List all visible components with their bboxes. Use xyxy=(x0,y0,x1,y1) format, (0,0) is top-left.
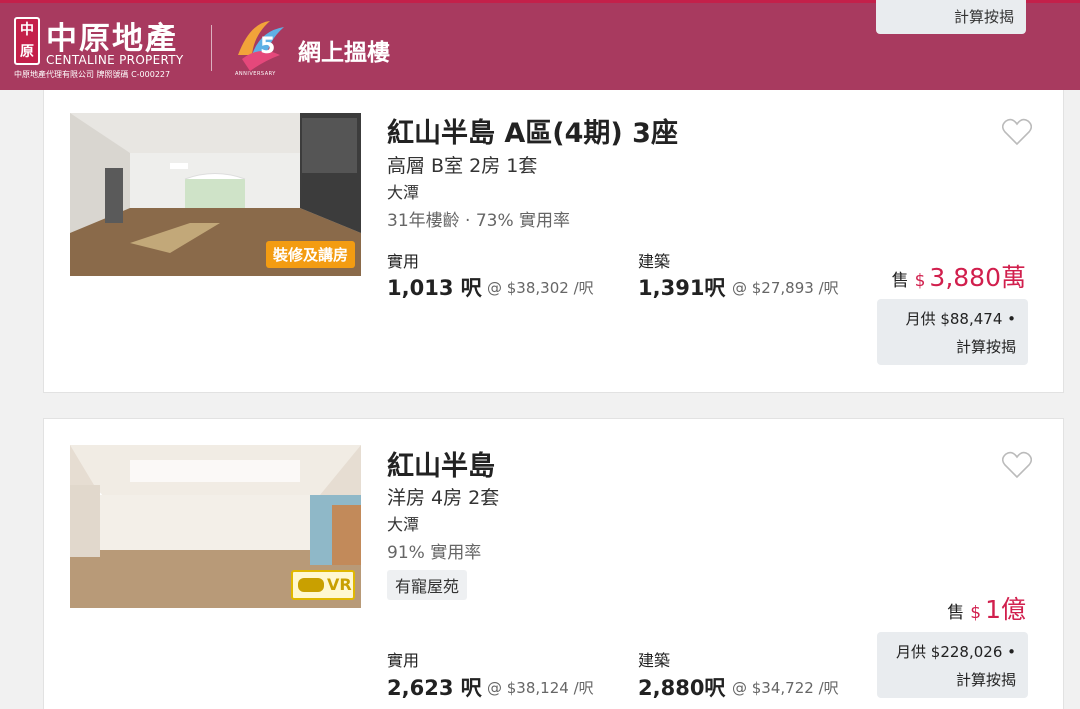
vr-goggles-icon xyxy=(298,578,324,592)
logo-seal-icon: 中原 xyxy=(14,17,40,65)
license-number: 中原地產代理有限公司 牌照號碼 C-000227 xyxy=(14,70,171,79)
price-value: 3,880萬 xyxy=(929,263,1026,292)
listing-photo[interactable]: 裝修及講房 xyxy=(70,113,361,276)
listing-price: 售 $1億 xyxy=(947,590,1026,626)
site-header: 中原 中原地產 CENTALINE PROPERTY 中原地產代理有限公司 牌照… xyxy=(0,0,1080,90)
mortgage-calc-label: 計算按揭 xyxy=(955,671,1016,689)
monthly-payment: 月供 $228,026 • xyxy=(896,643,1016,661)
gross-unit-price: @ $34,722 /呎 xyxy=(732,679,839,697)
mortgage-calc-button[interactable]: 月供 $228,026 • 計算按揭 xyxy=(877,632,1028,698)
pet-friendly-tag: 有寵屋苑 xyxy=(387,570,468,600)
saleable-unit-price: @ $38,124 /呎 xyxy=(487,679,594,697)
sale-label: 售 xyxy=(891,271,909,291)
listing-card[interactable]: VR 紅山半島 洋房 4房 2套 大潭 91% 實用率 有寵屋苑 實用 2,62… xyxy=(43,418,1064,709)
renovation-badge: 裝修及講房 xyxy=(265,241,355,268)
saleable-unit-price: @ $38,302 /呎 xyxy=(487,279,594,297)
monthly-payment: 月供 $88,474 • xyxy=(905,310,1016,328)
gross-area-label: 建築 xyxy=(638,252,671,271)
mortgage-calc-button[interactable]: 月供 $88,474 • 計算按揭 xyxy=(877,299,1028,365)
sale-label: 售 xyxy=(947,603,965,623)
currency-symbol: $ xyxy=(970,603,982,623)
listing-meta: 91% 實用率 xyxy=(387,543,482,563)
listing-photo[interactable]: VR xyxy=(70,445,361,608)
price-value: 1億 xyxy=(985,595,1026,624)
vr-badge[interactable]: VR xyxy=(291,570,355,600)
favorite-heart-icon[interactable] xyxy=(1002,118,1032,146)
mortgage-calc-label: 計算按揭 xyxy=(955,338,1016,356)
listing-price: 售 $3,880萬 xyxy=(892,258,1026,294)
svg-text:5: 5 xyxy=(260,34,275,59)
mortgage-calc-button-top[interactable]: 計算按揭 xyxy=(876,0,1026,34)
anniversary-text: ANNIVERSARY xyxy=(235,71,276,77)
favorite-heart-icon[interactable] xyxy=(1002,451,1032,479)
gross-area: 2,880呎 xyxy=(638,676,726,700)
listing-district: 大潭 xyxy=(387,515,420,534)
listing-subtitle: 高層 B室 2房 1套 xyxy=(387,155,538,177)
listing-title[interactable]: 紅山半島 xyxy=(387,444,495,483)
centaline-logo[interactable]: 中原 中原地產 CENTALINE PROPERTY 中原地產代理有限公司 牌照… xyxy=(14,15,194,81)
listing-meta: 31年樓齡 · 73% 實用率 xyxy=(387,211,571,231)
currency-symbol: $ xyxy=(914,271,926,291)
saleable-area-label: 實用 xyxy=(387,252,420,271)
gross-unit-price: @ $27,893 /呎 xyxy=(732,279,839,297)
saleable-area: 2,623 呎 xyxy=(387,676,482,700)
gross-area: 1,391呎 xyxy=(638,276,726,300)
logo-chinese-name: 中原地產 xyxy=(46,21,178,57)
saleable-area-label: 實用 xyxy=(387,651,420,670)
saleable-area: 1,013 呎 xyxy=(387,276,482,300)
page-title[interactable]: 網上搵樓 xyxy=(298,33,390,67)
vr-label: VR xyxy=(327,575,352,594)
listing-card[interactable]: 裝修及講房 紅山半島 A區(4期) 3座 高層 B室 2房 1套 大潭 31年樓… xyxy=(43,60,1064,393)
listing-title[interactable]: 紅山半島 A區(4期) 3座 xyxy=(387,111,678,150)
gross-area-label: 建築 xyxy=(638,651,671,670)
logo-english-name: CENTALINE PROPERTY xyxy=(46,53,184,67)
listing-subtitle: 洋房 4房 2套 xyxy=(387,487,500,509)
listing-district: 大潭 xyxy=(387,183,420,202)
header-divider xyxy=(211,25,212,71)
